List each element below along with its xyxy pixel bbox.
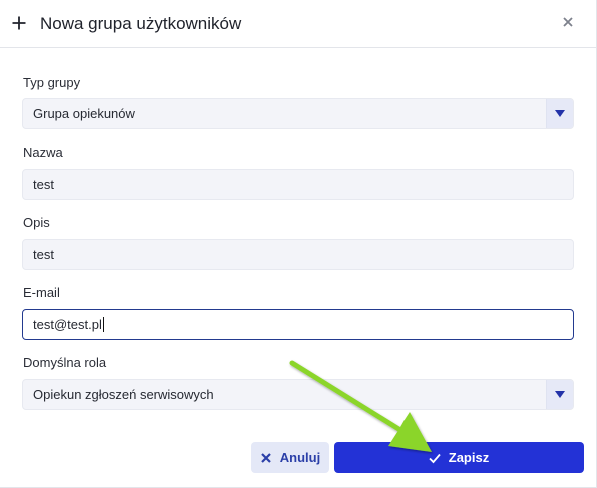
plus-icon (12, 16, 26, 30)
triangle-down-icon (555, 391, 565, 398)
x-icon (261, 452, 271, 463)
new-user-group-dialog: Nowa grupa użytkowników Typ grupy Grupa … (0, 0, 597, 488)
triangle-down-icon (555, 110, 565, 117)
group-type-label: Typ grupy (23, 75, 81, 90)
save-button[interactable]: Zapisz (334, 442, 584, 473)
cancel-button-label: Anuluj (279, 450, 321, 465)
group-type-select[interactable]: Grupa opiekunów (22, 98, 574, 129)
dialog-header: Nowa grupa użytkowników (0, 0, 596, 48)
email-value: test@test.pl (33, 317, 102, 332)
name-input[interactable]: test (22, 169, 574, 200)
name-value: test (33, 177, 54, 192)
close-icon[interactable] (561, 15, 575, 29)
email-label: E-mail (23, 285, 60, 300)
email-input[interactable]: test@test.pl (22, 309, 574, 340)
group-type-value: Grupa opiekunów (33, 106, 135, 121)
checkmark-icon (429, 453, 441, 463)
description-value: test (33, 247, 54, 262)
description-input[interactable]: test (22, 239, 574, 270)
text-cursor (102, 317, 104, 332)
default-role-value: Opiekun zgłoszeń serwisowych (33, 387, 214, 402)
description-label: Opis (23, 215, 50, 230)
cancel-button[interactable]: Anuluj (251, 442, 329, 473)
default-role-dropdown-toggle[interactable] (546, 380, 573, 409)
default-role-select[interactable]: Opiekun zgłoszeń serwisowych (22, 379, 574, 410)
dialog-title: Nowa grupa użytkowników (40, 14, 242, 33)
name-label: Nazwa (23, 145, 63, 160)
default-role-label: Domyślna rola (23, 355, 107, 370)
save-button-label: Zapisz (448, 450, 490, 465)
save-button-content: Zapisz (334, 450, 584, 465)
group-type-dropdown-toggle[interactable] (546, 99, 573, 128)
email-value-wrap: test@test.pl (33, 317, 104, 333)
cancel-button-content: Anuluj (251, 450, 329, 465)
